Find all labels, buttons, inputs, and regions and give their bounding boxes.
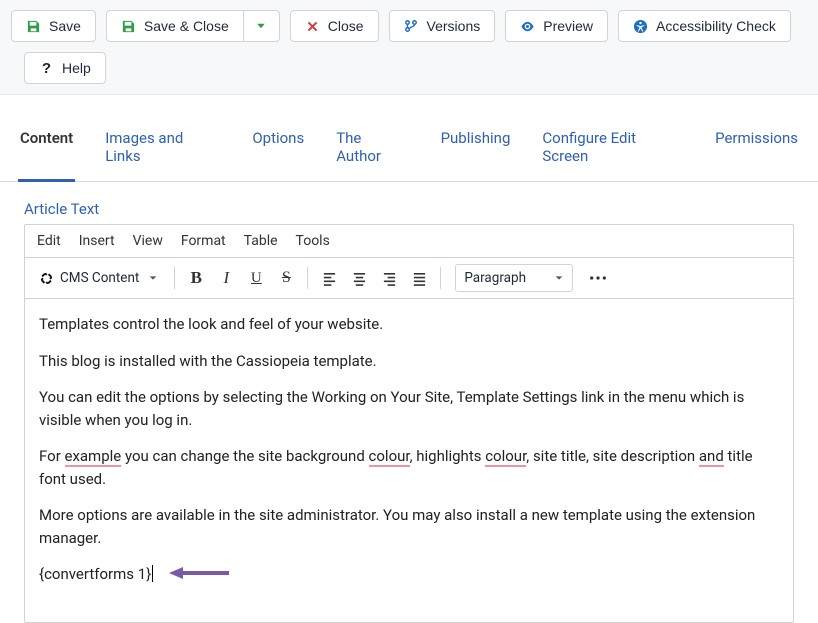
branch-icon	[404, 19, 419, 34]
tab-configure[interactable]: Configure Edit Screen	[540, 117, 685, 182]
tab-content[interactable]: Content	[18, 117, 75, 182]
accessibility-icon	[633, 19, 648, 34]
accessibility-button[interactable]: Accessibility Check	[618, 10, 791, 42]
preview-label: Preview	[543, 18, 593, 34]
chevron-down-icon	[145, 271, 160, 286]
editor-menu-format[interactable]: Format	[181, 233, 226, 249]
bold-button[interactable]: B	[181, 263, 211, 293]
chevron-down-icon	[254, 19, 269, 34]
align-justify-button[interactable]	[404, 263, 434, 293]
save-label: Save	[49, 18, 81, 34]
article-text-label: Article Text	[24, 200, 794, 218]
strikethrough-button[interactable]: S	[271, 263, 301, 293]
paragraph: You can edit the options by selecting th…	[39, 386, 779, 431]
more-toolbar-button[interactable]	[583, 263, 613, 293]
editor-menu-edit[interactable]: Edit	[37, 233, 61, 249]
editor-shell: Edit Insert View Format Table Tools CMS Conte…	[24, 224, 794, 623]
save-close-group: Save & Close	[106, 10, 280, 42]
editor-menu-view[interactable]: View	[133, 233, 163, 249]
editor-content[interactable]: Templates control the look and feel of y…	[25, 299, 793, 622]
versions-button[interactable]: Versions	[389, 10, 496, 42]
editor-menu-tools[interactable]: Tools	[296, 233, 330, 249]
italic-button[interactable]: I	[211, 263, 241, 293]
editor-format-toolbar: CMS Content B I U S	[25, 258, 793, 299]
save-close-label: Save & Close	[144, 18, 229, 34]
separator	[307, 267, 308, 289]
editor-menu-insert[interactable]: Insert	[79, 233, 115, 249]
help-label: Help	[62, 60, 91, 76]
save-button[interactable]: Save	[11, 10, 96, 42]
block-format-select[interactable]: Paragraph	[455, 264, 573, 292]
paragraph: {convertforms 1}	[39, 563, 779, 588]
close-button[interactable]: Close	[290, 10, 379, 42]
annotation-arrow-icon	[169, 565, 229, 588]
cms-content-button[interactable]: CMS Content	[31, 263, 168, 293]
edit-tabs: Content Images and Links Options The Author…	[0, 117, 818, 182]
save-close-button[interactable]: Save & Close	[106, 10, 243, 42]
help-icon: ?	[39, 61, 54, 76]
save-close-dropdown-button[interactable]	[243, 10, 280, 42]
editor-menubar: Edit Insert View Format Table Tools	[25, 225, 793, 258]
save-icon	[26, 19, 41, 34]
tab-publishing[interactable]: Publishing	[439, 117, 513, 182]
eye-icon	[520, 19, 535, 34]
separator	[174, 267, 175, 289]
shortcode-text: {convertforms 1}	[39, 565, 151, 583]
close-label: Close	[328, 18, 364, 34]
block-format-value: Paragraph	[464, 270, 526, 286]
paragraph: More options are available in the site a…	[39, 504, 779, 549]
tab-images[interactable]: Images and Links	[103, 117, 222, 182]
tab-author[interactable]: The Author	[334, 117, 410, 182]
save-icon	[121, 19, 136, 34]
help-button[interactable]: ? Help	[24, 52, 106, 84]
paragraph: This blog is installed with the Cassiope…	[39, 350, 779, 373]
align-center-button[interactable]	[344, 263, 374, 293]
tab-options[interactable]: Options	[250, 117, 306, 182]
joomla-icon	[39, 271, 54, 286]
underline-button[interactable]: U	[241, 263, 271, 293]
tab-permissions[interactable]: Permissions	[713, 117, 800, 182]
text-caret	[152, 565, 153, 582]
align-right-button[interactable]	[374, 263, 404, 293]
paragraph: For example you can change the site back…	[39, 445, 779, 490]
chevron-down-icon	[554, 273, 564, 283]
cms-content-label: CMS Content	[60, 270, 139, 286]
align-left-button[interactable]	[314, 263, 344, 293]
editor-menu-table[interactable]: Table	[244, 233, 278, 249]
preview-button[interactable]: Preview	[505, 10, 608, 42]
accessibility-label: Accessibility Check	[656, 18, 776, 34]
paragraph: Templates control the look and feel of y…	[39, 313, 779, 336]
close-icon	[305, 19, 320, 34]
separator	[440, 267, 441, 289]
versions-label: Versions	[427, 18, 481, 34]
action-toolbar: Save Save & Close Close	[0, 0, 818, 95]
